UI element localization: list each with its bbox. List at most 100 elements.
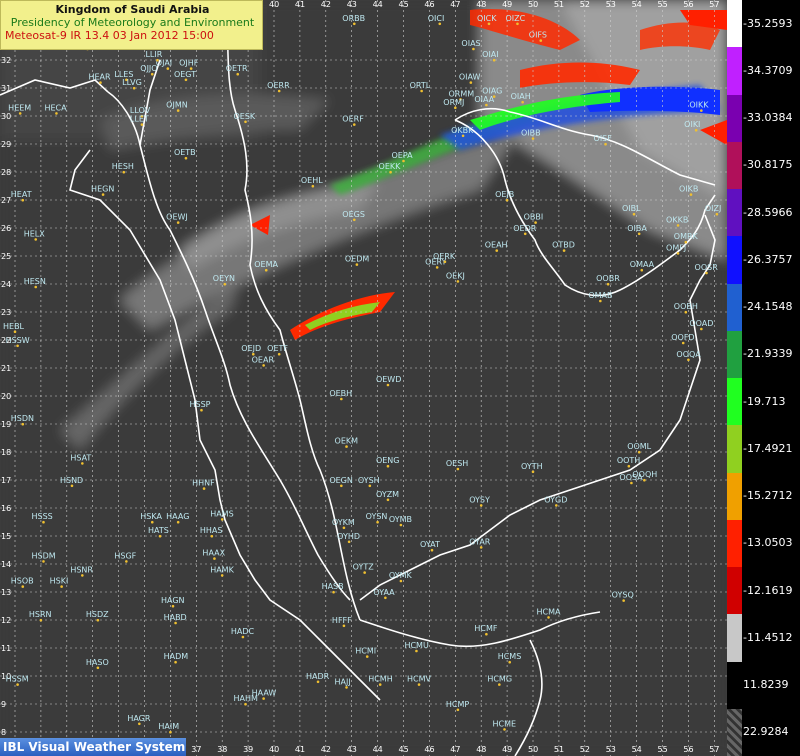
station-dot — [34, 285, 38, 289]
satellite-map-viewer: 3030313132323333343435353636373738383939… — [0, 0, 800, 756]
lon-label-bottom: 46 — [424, 745, 434, 754]
station-dot — [705, 271, 708, 275]
station-code: OOQH — [632, 470, 657, 479]
station-dot — [640, 268, 644, 272]
station-dot — [376, 520, 379, 524]
lon-label-bottom: 48 — [476, 745, 486, 754]
station-code: HADR — [306, 672, 330, 681]
legend-swatch — [727, 236, 742, 284]
station-code: OIKK — [689, 101, 709, 110]
product-datetime: Meteosat-9 IR 13.4 03 Jan 2012 15:00 — [5, 29, 214, 42]
lat-label: 32 — [1, 56, 11, 65]
station-dot — [516, 22, 519, 26]
station-dot — [140, 123, 144, 126]
legend-swatch — [727, 472, 742, 520]
station-dot — [264, 268, 268, 272]
color-legend: -35.2593 -34.3709 -33.0384 -30.8175 -28.5966… — [727, 0, 800, 756]
station-code: OTBD — [552, 241, 575, 250]
station-code: HAHM — [234, 694, 259, 703]
legend-swatch — [727, 708, 742, 756]
station-code: HSKI — [50, 577, 69, 586]
station-dot — [241, 635, 245, 639]
lon-label-bottom: 39 — [243, 745, 253, 754]
lon-label-bottom: 57 — [709, 745, 719, 754]
station-code: OYSN — [366, 512, 388, 521]
lon-label-bottom: 50 — [528, 745, 538, 754]
legend-label: -34.3709 — [743, 63, 793, 77]
lon-label-top: 55 — [658, 0, 668, 9]
lon-label-bottom: 43 — [347, 745, 357, 754]
station-dot — [244, 120, 247, 124]
station-dot — [21, 422, 25, 426]
station-dot — [479, 546, 483, 549]
station-dot — [443, 260, 447, 264]
station-dot — [132, 86, 136, 90]
lat-label: 13 — [1, 588, 11, 597]
station-dot — [363, 571, 366, 574]
station-code: HHAS — [200, 526, 223, 535]
station-dot — [200, 408, 203, 412]
lon-label-bottom: 56 — [683, 745, 693, 754]
station-dot — [386, 464, 390, 468]
station-dot — [277, 352, 281, 356]
satellite-map[interactable]: 3030313132323333343435353636373738383939… — [0, 0, 727, 756]
lat-label: 21 — [1, 364, 11, 373]
lon-label-bottom: 47 — [450, 745, 460, 754]
lat-label: 14 — [1, 560, 11, 569]
station-dot — [174, 660, 177, 664]
station-code: HSDN — [11, 414, 34, 423]
station-code: OBBI — [524, 213, 544, 222]
lat-label: 31 — [1, 84, 11, 93]
station-code: HADC — [231, 627, 255, 636]
station-dot — [16, 344, 19, 348]
station-code: HELX — [24, 229, 46, 238]
lon-label-top: 43 — [347, 0, 357, 9]
station-code: HEBL — [3, 322, 25, 331]
station-dot — [81, 574, 84, 577]
station-dot — [138, 722, 141, 726]
station-dot — [384, 596, 387, 600]
station-code: OEGN — [329, 476, 353, 485]
station-code: HCMS — [498, 652, 522, 661]
legend-label: 11.8239 — [743, 678, 789, 692]
station-code: OICK — [477, 14, 497, 23]
station-code: HCMI — [355, 647, 376, 656]
station-code: OENG — [376, 456, 400, 465]
station-dot — [487, 22, 491, 26]
lon-label-bottom: 52 — [580, 745, 590, 754]
station-code: HEGN — [91, 185, 114, 194]
station-code: OOTH — [617, 456, 641, 465]
station-dot — [340, 397, 343, 401]
station-dot — [176, 109, 180, 112]
station-code: OJHF — [179, 59, 199, 68]
station-code: HAAG — [166, 512, 189, 521]
station-dot — [604, 142, 607, 146]
lon-label-top: 49 — [502, 0, 512, 9]
station-code: HCMG — [487, 675, 512, 684]
lon-label-top: 57 — [709, 0, 719, 9]
legend-label: -19.713 — [743, 394, 786, 408]
station-dot — [220, 574, 224, 577]
station-dot — [13, 330, 17, 334]
station-dot — [342, 624, 346, 628]
station-dot — [174, 621, 177, 625]
legend-swatch — [727, 614, 742, 662]
lat-label: 12 — [1, 616, 11, 625]
station-code: OIKI — [684, 120, 700, 129]
station-dot — [176, 221, 180, 224]
station-code: HATS — [148, 526, 169, 535]
station-dot — [39, 618, 43, 622]
station-dot — [495, 249, 499, 252]
station-code: OEKJ — [446, 271, 465, 280]
station-code: OEDR — [513, 224, 537, 233]
station-code: OYMB — [389, 515, 412, 524]
station-code: OIZC — [505, 14, 525, 23]
lon-label-bottom: 53 — [606, 745, 616, 754]
station-dot — [689, 193, 693, 196]
station-code: HESN — [24, 277, 46, 286]
station-dot — [606, 282, 610, 286]
lat-label: 25 — [1, 252, 11, 261]
legend-swatch — [727, 0, 742, 48]
station-code: OIAI — [482, 50, 499, 59]
station-code: HSND — [60, 476, 83, 485]
